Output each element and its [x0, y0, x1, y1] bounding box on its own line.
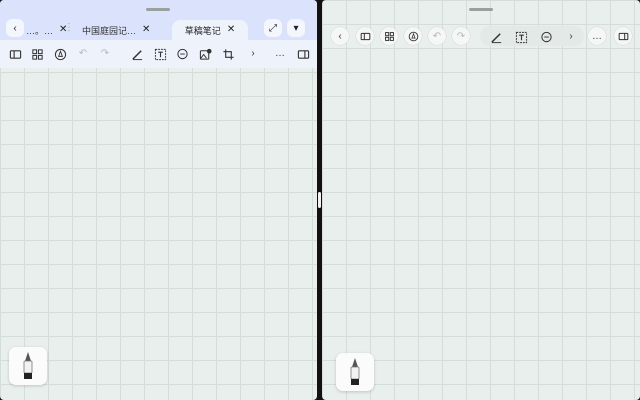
pen-tool-icon[interactable]: [130, 47, 144, 61]
more-icon: …: [592, 30, 602, 42]
pen-circle-icon: [408, 31, 418, 41]
close-icon[interactable]: ✕: [227, 25, 235, 35]
redo-icon[interactable]: ↷: [98, 47, 112, 61]
back-button[interactable]: ‹: [6, 19, 24, 37]
more-button[interactable]: …: [588, 27, 606, 45]
window-drag-handle[interactable]: [146, 8, 170, 11]
insert-image-icon[interactable]: [198, 47, 212, 61]
tab-label: 草稿笔记: [184, 25, 221, 36]
undo-icon[interactable]: ↶: [76, 47, 90, 61]
crop-icon[interactable]: [221, 47, 235, 61]
undo-button[interactable]: ↶: [428, 27, 446, 45]
tab-label: 中国庭园记…: [82, 25, 137, 36]
caret-down-icon: ▾: [293, 22, 299, 34]
outline-icon: [360, 32, 370, 40]
grid-view-icon: [384, 31, 394, 41]
more-icon[interactable]: …: [273, 47, 287, 61]
window-drag-handle[interactable]: [469, 8, 493, 11]
pen-circle-button[interactable]: [404, 27, 422, 45]
expand-icon: ⤢: [269, 22, 277, 34]
window-menu-button[interactable]: ▾: [287, 19, 305, 37]
split-screen: ‹ …。… ✕ ⋮ 中国庭园记… ✕ 草稿笔记 ✕ ⤢ ▾ ↶ ↷ › … ‹ …: [0, 0, 640, 400]
pen-tool-icon[interactable]: [489, 30, 503, 44]
comment-icon[interactable]: [175, 47, 189, 61]
chevron-left-icon: ‹: [338, 30, 342, 42]
fountain-pen-icon: [350, 358, 360, 385]
right-note-pane[interactable]: ‹ ↶ ↷ › …: [322, 0, 640, 400]
grid-view-icon[interactable]: [30, 47, 44, 61]
redo-icon: ↷: [456, 30, 466, 42]
chevron-left-icon: ‹: [13, 22, 17, 34]
sidebar-toggle-icon: [618, 32, 628, 40]
outline-icon[interactable]: [8, 47, 22, 61]
note-toolbar: ↶ ↷ › …: [0, 40, 317, 68]
chevron-right-icon[interactable]: ›: [246, 47, 260, 61]
outline-button[interactable]: [356, 27, 374, 45]
comment-icon[interactable]: [539, 30, 553, 44]
left-note-pane[interactable]: ‹ …。… ✕ ⋮ 中国庭园记… ✕ 草稿笔记 ✕ ⤢ ▾ ↶ ↷ › …: [0, 0, 317, 400]
expand-button[interactable]: ⤢: [264, 19, 282, 37]
tab-3-active[interactable]: 草稿笔记 ✕: [172, 20, 248, 40]
undo-icon: ↶: [432, 30, 442, 42]
fountain-pen-icon: [23, 352, 33, 379]
text-box-icon[interactable]: [514, 30, 528, 44]
tab-2[interactable]: 中国庭园记… ✕: [82, 20, 150, 40]
sidebar-toggle-icon[interactable]: [296, 47, 310, 61]
sidebar-toggle-button[interactable]: [614, 27, 632, 45]
redo-button[interactable]: ↷: [452, 27, 470, 45]
text-box-icon[interactable]: [153, 47, 167, 61]
pen-tool-tile[interactable]: [336, 353, 374, 391]
tab-label: …。…: [26, 25, 54, 36]
split-divider-handle[interactable]: [318, 192, 321, 208]
tab-bar: ‹ …。… ✕ ⋮ 中国庭园记… ✕ 草稿笔记 ✕ ⤢ ▾: [0, 0, 317, 40]
chevron-right-icon[interactable]: ›: [564, 30, 578, 44]
tab-separator: ⋮: [64, 22, 74, 33]
back-button[interactable]: ‹: [331, 27, 349, 45]
close-icon[interactable]: ✕: [142, 25, 150, 35]
pen-circle-icon[interactable]: [53, 47, 67, 61]
grid-view-button[interactable]: [380, 27, 398, 45]
tab-1[interactable]: …。… ✕: [26, 20, 67, 40]
pen-tool-tile[interactable]: [9, 347, 47, 385]
